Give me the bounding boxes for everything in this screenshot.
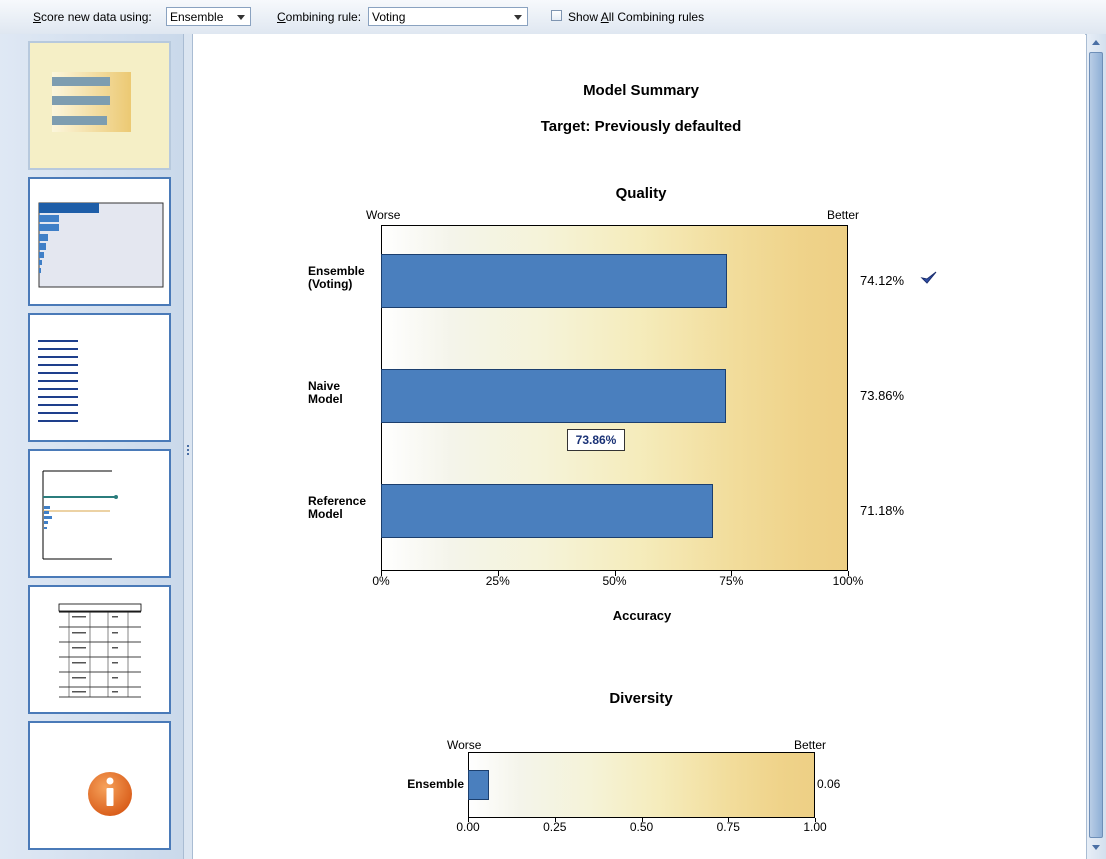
chevron-down-icon [514,15,522,20]
quality-tick-label: 50% [602,574,627,588]
thumbnail-predictor-frequency[interactable] [28,313,171,442]
show-all-combining-rules-checkbox[interactable] [551,10,562,21]
diversity-bar[interactable] [468,770,489,800]
diversity-tick-label: 0.50 [629,820,654,834]
diversity-tick-label: 1.00 [803,820,827,834]
scrollbar-thumb[interactable] [1089,52,1103,838]
diversity-tick-label: 0.25 [543,820,567,834]
info-icon [88,772,132,816]
quality-xlabel: Accuracy [612,608,672,623]
thumbnail-model-summary[interactable] [28,41,171,170]
dot-plot-thumbnail-icon [38,340,78,422]
thumbnail-predictor-importance[interactable] [28,177,171,306]
scroll-down-icon[interactable] [1092,845,1100,850]
combining-rule-value: Voting [372,10,406,24]
toolbar: Score new data using: Ensemble Combining… [0,0,1106,35]
quality-category-label-line: Model [308,507,343,522]
quality-title: Quality [615,185,667,202]
quality-tick-label: 0% [372,574,390,588]
scroll-up-icon[interactable] [1092,40,1100,45]
quality-bar[interactable] [381,369,726,423]
combining-rule-dropdown[interactable]: Voting [368,7,528,26]
quality-tick-label: 75% [719,574,744,588]
diversity-better-label: Better [794,738,827,752]
diversity-value-label: 0.06 [817,777,841,791]
quality-bar[interactable] [381,484,714,539]
quality-value-label: 71.18% [860,503,905,519]
quality-value-label: 74.12% [860,272,905,288]
chevron-down-icon [237,15,245,20]
thumbnail-component-model-details[interactable] [28,585,171,714]
quality-category-label: Reference Model [261,495,378,521]
diversity-chart [468,752,815,818]
score-model-value: Ensemble [170,10,224,24]
quality-worse-label: Worse [366,208,401,222]
diversity-tick-label: 0.75 [716,820,740,834]
panel-splitter[interactable] [183,34,193,859]
model-summary-thumbnail-icon [52,72,131,132]
combining-rule-label: Combining rule: [277,10,362,24]
quality-category-label-line: Ensemble [308,263,365,278]
quality-category-label-line: (Voting) [308,276,353,291]
page-title: Model Summary [583,82,699,99]
thumbnail-information[interactable] [28,721,171,850]
thumbnail-component-model-accuracy[interactable] [28,449,171,578]
bar-chart-thumbnail-icon [38,202,164,288]
target-label: Target: Previously defaulted [540,118,742,135]
quality-tick-label: 25% [485,574,510,588]
show-all-combining-rules-label: Show All Combining rules [568,10,705,24]
table-thumbnail-icon [58,603,142,698]
accuracy-plot-thumbnail-icon [42,470,118,560]
vertical-scrollbar[interactable] [1086,34,1106,859]
quality-category-label-line: Model [308,392,343,406]
diversity-gradient-background [469,753,814,817]
best-model-check-icon [920,271,937,284]
quality-better-label: Better [827,208,860,222]
score-new-data-label: Score new data using: [33,10,152,24]
quality-category-label: Naive Model [261,380,378,406]
score-model-dropdown[interactable]: Ensemble [166,7,251,26]
diversity-tick-label: 0.00 [456,820,480,834]
quality-bar[interactable] [381,253,728,308]
diversity-title: Diversity [609,690,673,707]
diversity-worse-label: Worse [447,738,482,752]
diversity-category-label: Ensemble [407,777,464,791]
quality-value-label: 73.86% [860,388,905,403]
quality-tick-label: 100% [832,574,864,588]
quality-value-tooltip: 73.86% [567,429,625,451]
quality-category-label: Ensemble (Voting) [261,263,378,291]
model-summary-view: Model Summary Target: Previously default… [193,34,1085,859]
